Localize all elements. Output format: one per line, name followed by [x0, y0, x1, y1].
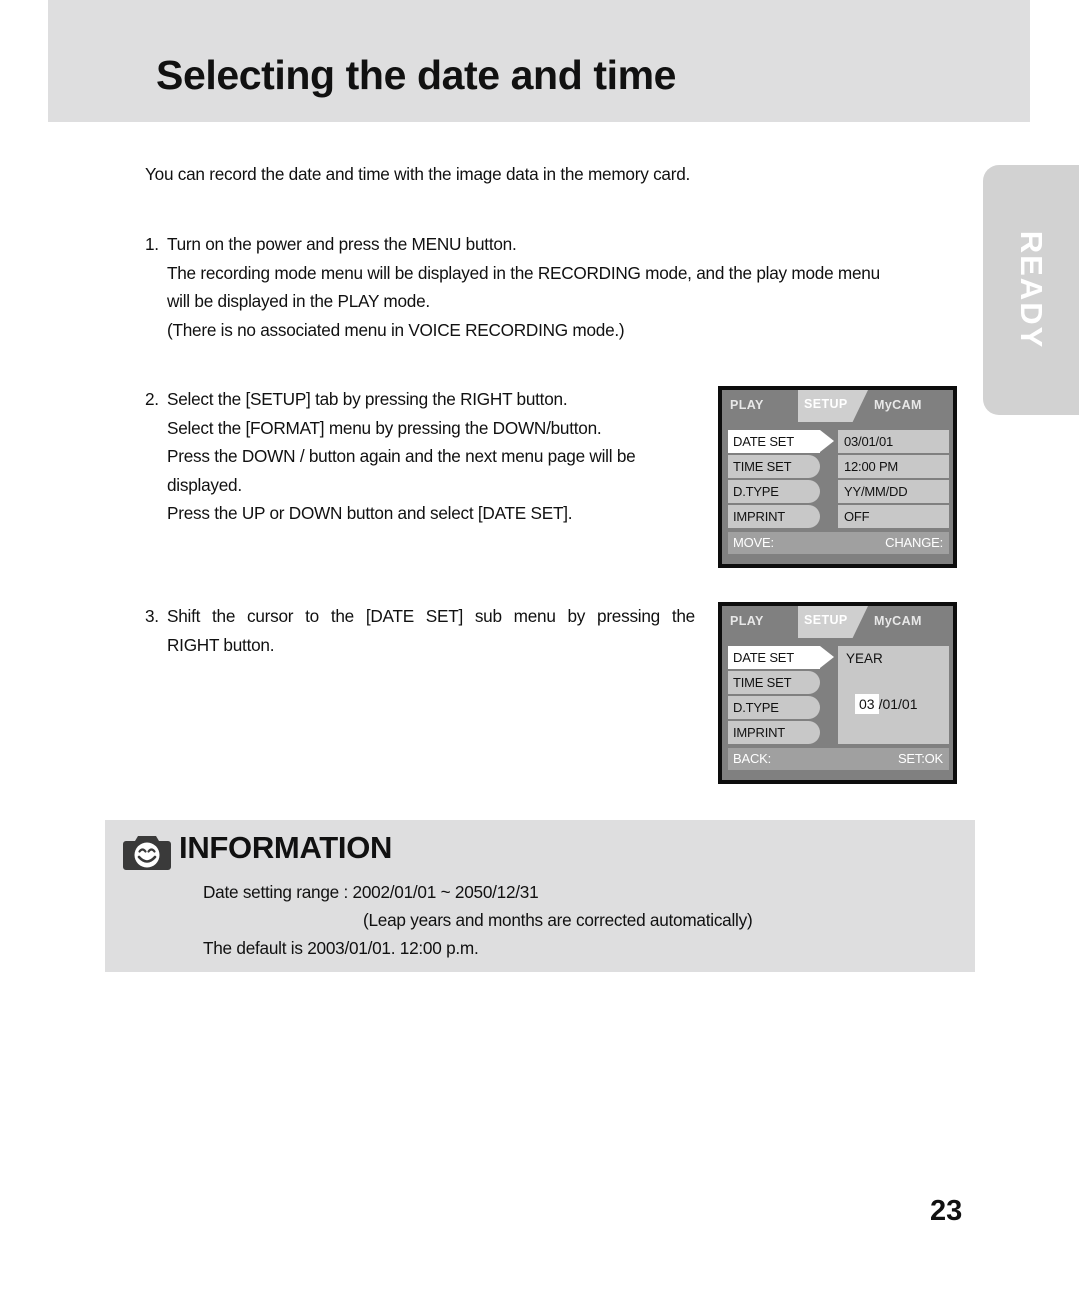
lcd-2-status-right: SET:OK: [897, 751, 943, 766]
lcd-1-row-date-set: DATE SET 03/01/01: [728, 430, 949, 453]
step-2-line-4: displayed.: [167, 474, 242, 495]
lcd-screenshot-setup-menu: PLAY SETUP MyCAM DATE SET 03/01/01 TIME …: [718, 386, 957, 568]
lcd-2-year-rest: /01/01: [878, 696, 918, 712]
information-line-1: Date setting range : 2002/01/01 ~ 2050/1…: [203, 882, 539, 902]
lcd-2-year-panel: YEAR 03/01/01: [838, 646, 949, 744]
step-3: 3. Shift the cursor to the [DATE SET] su…: [145, 602, 695, 659]
lcd-2-year-title: YEAR: [846, 651, 883, 666]
lcd-1-status-left: MOVE:: [733, 535, 774, 550]
page-title: Selecting the date and time: [156, 52, 677, 98]
lcd-2-label-imprint: IMPRINT: [728, 721, 820, 744]
intro-paragraph: You can record the date and time with th…: [145, 164, 691, 184]
lcd-1-label-imprint: IMPRINT: [728, 505, 820, 528]
information-line-2: (Leap years and months are corrected aut…: [363, 910, 753, 930]
lcd-1-label-time-set: TIME SET: [728, 455, 820, 478]
lcd-2-tab-play: PLAY: [730, 614, 764, 628]
lcd-1-row-d-type: D.TYPE YY/MM/DD: [728, 480, 949, 503]
lcd-1-row-imprint: IMPRINT OFF: [728, 505, 949, 528]
lcd-2-label-time-set: TIME SET: [728, 671, 820, 694]
step-3-line-2: RIGHT button.: [167, 634, 275, 655]
lcd-1-rows: DATE SET 03/01/01 TIME SET 12:00 PM D.TY…: [728, 430, 949, 530]
lcd-1-value-time-set: 12:00 PM: [838, 455, 949, 478]
information-title: INFORMATION: [179, 830, 393, 865]
lcd-1-tab-bar: PLAY SETUP MyCAM: [722, 390, 953, 428]
lcd-1-tab-play: PLAY: [730, 398, 764, 412]
lcd-2-tab-bar: PLAY SETUP MyCAM: [722, 606, 953, 644]
lcd-2-year-highlight: 03: [855, 694, 879, 714]
page-header-band: Selecting the date and time: [48, 0, 1030, 122]
lcd-1-value-imprint: OFF: [838, 505, 949, 528]
step-1-line-3: will be displayed in the PLAY mode.: [167, 291, 430, 311]
lcd-1-label-d-type: D.TYPE: [728, 480, 820, 503]
step-3-lines: Shift the cursor to the [DATE SET] sub m…: [167, 602, 695, 659]
lcd-2-status-left: BACK:: [733, 751, 772, 766]
lcd-2-status-bar: BACK: SET:OK: [728, 748, 949, 770]
lcd-1-value-d-type: YY/MM/DD: [838, 480, 949, 503]
lcd-1-label-date-set: DATE SET: [728, 430, 834, 453]
lcd-1-tab-setup: SETUP: [804, 397, 848, 411]
step-2-line-3: Press the DOWN / button again and the ne…: [167, 446, 636, 466]
step-1: 1. Turn on the power and press the MENU …: [145, 230, 975, 344]
step-2-lines: Select the [SETUP] tab by pressing the R…: [167, 385, 705, 528]
page-number: 23: [930, 1195, 963, 1227]
lcd-1-value-date-set: 03/01/01: [838, 430, 949, 453]
step-2-line-1: Select the [SETUP] tab by pressing the R…: [167, 389, 568, 409]
side-tab-label: READY: [1014, 230, 1049, 350]
camera-smiley-icon: [123, 836, 171, 870]
lcd-1-tab-mycam: MyCAM: [874, 398, 922, 412]
lcd-2-year-value: 03/01/01: [855, 694, 918, 714]
lcd-2-label-date-set: DATE SET: [728, 646, 834, 669]
lcd-1-status-bar: MOVE: CHANGE:: [728, 532, 949, 554]
step-1-number: 1.: [145, 234, 159, 254]
step-3-line-1: Shift the cursor to the [DATE SET] sub m…: [167, 606, 695, 626]
step-1-line-1: Turn on the power and press the MENU but…: [167, 234, 517, 254]
information-line-3: The default is 2003/01/01. 12:00 p.m.: [203, 938, 479, 958]
lcd-2-tab-mycam: MyCAM: [874, 614, 922, 628]
lcd-2-label-d-type: D.TYPE: [728, 696, 820, 719]
lcd-2-tab-setup: SETUP: [804, 613, 848, 627]
step-2-line-2: Select the [FORMAT] menu by pressing the…: [167, 417, 602, 438]
step-2-line-5: Press the UP or DOWN button and select […: [167, 503, 573, 523]
information-box: INFORMATION Date setting range : 2002/01…: [105, 820, 975, 972]
step-1-lines: Turn on the power and press the MENU but…: [167, 230, 975, 344]
step-1-line-4: (There is no associated menu in VOICE RE…: [167, 319, 625, 340]
step-3-number: 3.: [145, 606, 159, 626]
step-1-line-2: The recording mode menu will be displaye…: [167, 262, 880, 283]
step-2-number: 2.: [145, 389, 159, 409]
lcd-1-row-time-set: TIME SET 12:00 PM: [728, 455, 949, 478]
step-2: 2. Select the [SETUP] tab by pressing th…: [145, 385, 705, 528]
lcd-1-status-right: CHANGE:: [885, 535, 943, 550]
side-tab-ready: READY: [983, 165, 1079, 415]
lcd-screenshot-date-set-submenu: PLAY SETUP MyCAM DATE SET TIME SET D.TYP…: [718, 602, 957, 784]
